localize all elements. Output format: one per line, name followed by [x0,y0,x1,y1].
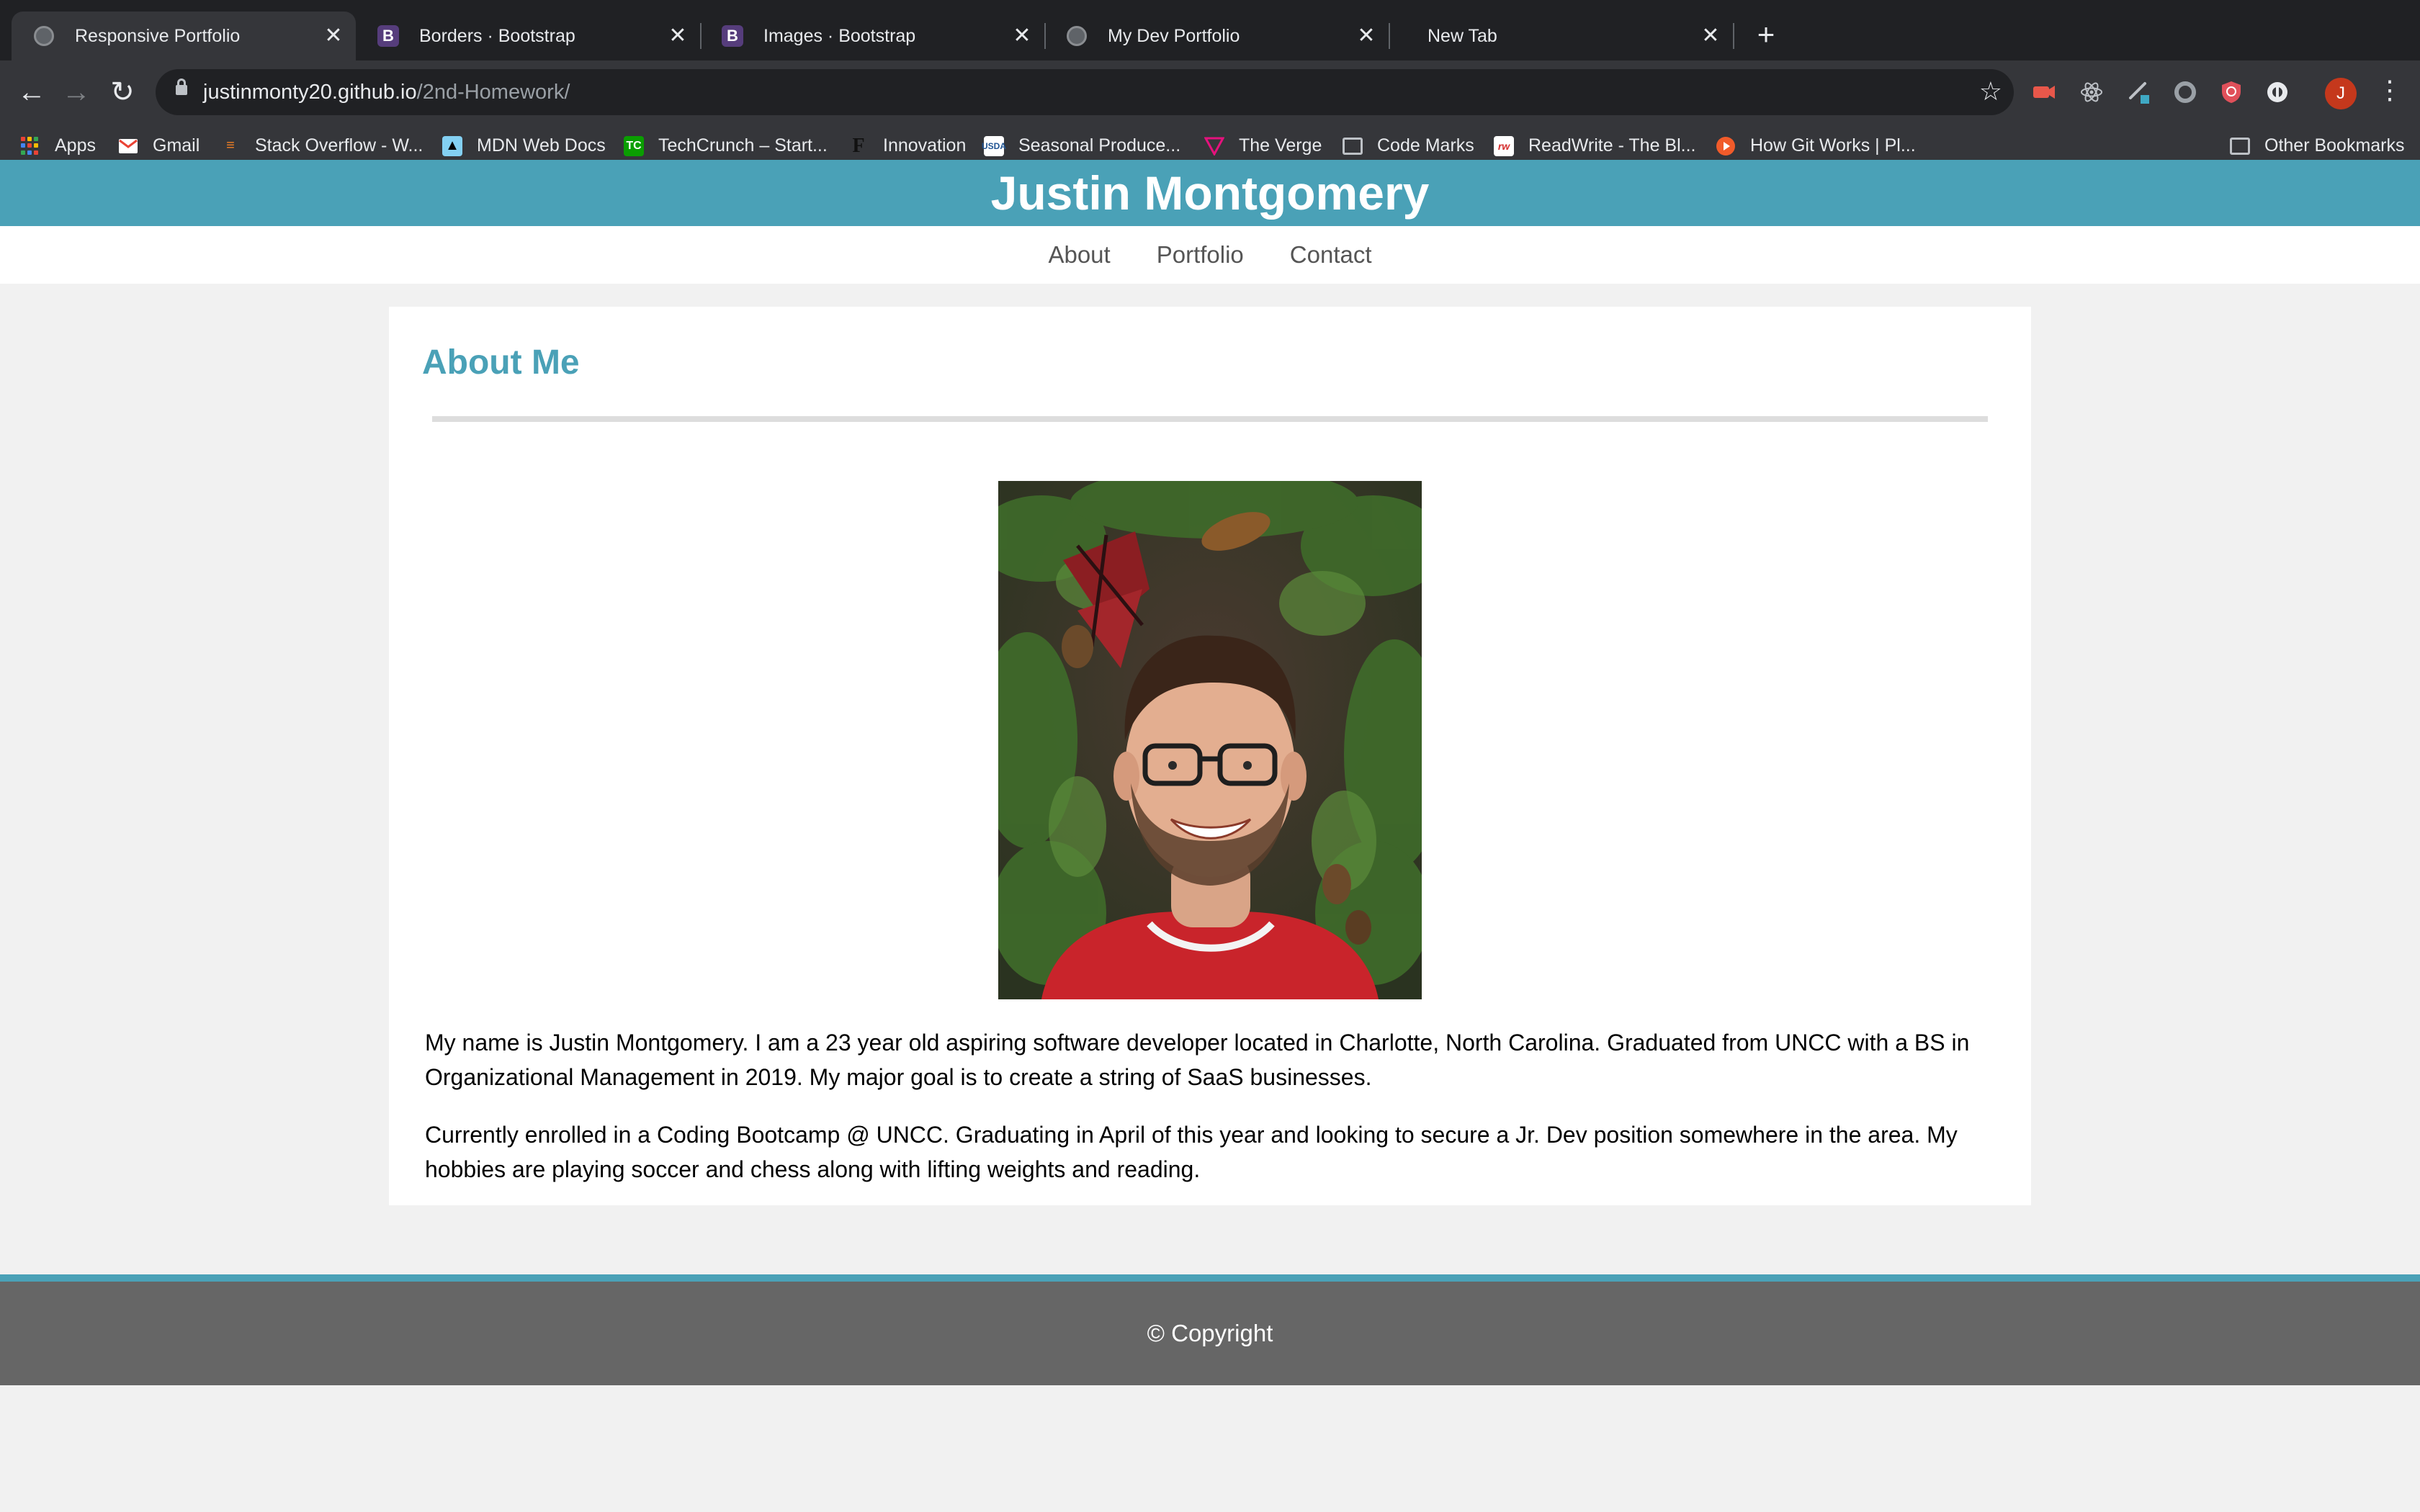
globe-icon [1066,25,1088,47]
bookmark-label: Stack Overflow - W... [255,135,424,156]
tab-borders-bootstrap[interactable]: B Borders · Bootstrap ✕ [356,12,700,60]
extension-circle-icon[interactable] [2264,79,2290,105]
bookmark-label: Apps [55,135,96,156]
address-bar[interactable]: justinmonty20.github.io/2nd-Homework/ ☆ [156,69,2014,115]
tab-images-bootstrap[interactable]: B Images · Bootstrap ✕ [700,12,1044,60]
close-icon[interactable]: ✕ [321,24,346,48]
bookmark-folder-code-marks[interactable]: Code Marks [1343,135,1474,156]
bookmark-innovation[interactable]: F Innovation [848,134,967,157]
close-icon[interactable]: ✕ [666,24,690,48]
gmail-icon [118,136,138,156]
bookmark-seasonal-produce[interactable]: USDA Seasonal Produce... [982,135,1181,156]
shield-icon[interactable] [2218,79,2244,105]
site-footer: © Copyright [0,1274,2420,1385]
site-nav: About Portfolio Contact [0,226,2420,284]
bookmark-label: Innovation [883,135,967,156]
tab-strip: Responsive Portfolio ✕ B Borders · Boots… [0,0,2420,60]
tab-title: My Dev Portfolio [1108,25,1240,46]
bookmark-how-git-works[interactable]: How Git Works | Pl... [1716,135,1916,156]
tab-title: Responsive Portfolio [75,25,241,46]
bookmark-the-verge[interactable]: The Verge [1204,135,1322,156]
extension-ring-icon[interactable] [2172,79,2198,105]
bookmark-label: Code Marks [1377,135,1474,156]
tab-title: Borders · Bootstrap [419,25,575,46]
tab-title: New Tab [1428,25,1497,46]
bookmark-gmail[interactable]: Gmail [118,135,200,156]
site-header: Justin Montgomery [0,160,2420,226]
forward-icon[interactable]: → [55,71,98,114]
innovation-icon: F [852,134,865,157]
bookmark-label: How Git Works | Pl... [1750,135,1916,156]
react-devtools-icon[interactable] [2079,79,2105,105]
verge-icon [1204,136,1224,156]
bookmark-apps[interactable]: Apps [20,135,96,156]
copyright-text: © Copyright [1147,1320,1273,1346]
web-page: Justin Montgomery About Portfolio Contac… [0,160,2420,1512]
bookmark-label: Gmail [153,135,200,156]
tab-my-dev-portfolio[interactable]: My Dev Portfolio ✕ [1044,12,1389,60]
bio-paragraph: Currently enrolled in a Coding Bootcamp … [425,1122,1958,1182]
close-icon[interactable]: ✕ [1698,24,1723,48]
menu-icon[interactable]: ⋮ [2377,75,2403,105]
bookmark-readwrite[interactable]: rw ReadWrite - The Bl... [1494,135,1696,156]
stackoverflow-icon: ≡ [226,138,235,153]
url-text: justinmonty20.github.io/2nd-Homework/ [203,81,570,104]
bookmark-star-icon[interactable]: ☆ [1979,76,2002,107]
reload-icon[interactable]: ↻ [101,71,144,114]
nav-link-portfolio[interactable]: Portfolio [1157,241,1244,269]
close-icon[interactable]: ✕ [1010,24,1034,48]
section-divider [432,416,1988,422]
apps-grid-icon [20,136,40,156]
bookmark-label: ReadWrite - The Bl... [1528,135,1696,156]
bookmark-label: Seasonal Produce... [1018,135,1181,156]
pluralsight-icon [1716,136,1736,156]
lock-icon [176,78,187,95]
bio-paragraph: My name is Justin Montgomery. I am a 23 … [425,1030,1970,1090]
bootstrap-icon: B [722,25,743,47]
folder-icon [1343,136,1363,156]
bookmark-stack-overflow[interactable]: ≡ Stack Overflow - W... [220,135,423,156]
about-section: About Me My name is Justin Montgomery. I… [389,307,2031,1205]
extension-video-icon[interactable] [2031,79,2057,105]
bookmark-label: Other Bookmarks [2264,135,2405,156]
usda-icon: USDA [982,135,1006,156]
bookmark-techcrunch[interactable]: TC TechCrunch – Start... [624,135,828,156]
bookmark-label: MDN Web Docs [477,135,606,156]
tab-responsive-portfolio[interactable]: Responsive Portfolio ✕ [12,12,356,60]
mdn-icon: ▲ [442,135,462,156]
nav-link-about[interactable]: About [1048,241,1110,269]
back-icon[interactable]: ← [10,71,53,114]
bookmark-label: The Verge [1239,135,1322,156]
techcrunch-icon: TC [624,135,644,156]
tab-new-tab[interactable]: New Tab ✕ [1389,12,1733,60]
folder-icon [2230,136,2250,156]
readwrite-icon: rw [1494,135,1514,156]
bookmark-folder-other[interactable]: Other Bookmarks [2230,135,2405,156]
globe-icon [33,25,55,47]
profile-avatar[interactable]: J [2325,78,2357,109]
tab-title: Images · Bootstrap [763,25,916,46]
browser-toolbar: ← → ↻ justinmonty20.github.io/2nd-Homewo… [0,60,2420,173]
nav-link-contact[interactable]: Contact [1290,241,1372,269]
new-tab-button[interactable]: + [1750,19,1782,50]
color-picker-icon[interactable] [2126,79,2152,105]
section-title: About Me [422,343,580,382]
site-title: Justin Montgomery [990,166,1430,220]
bookmark-mdn[interactable]: ▲ MDN Web Docs [442,135,606,156]
tab-divider [1733,23,1734,49]
profile-photo [998,481,1422,999]
bootstrap-icon: B [377,25,399,47]
close-icon[interactable]: ✕ [1354,24,1379,48]
bookmark-label: TechCrunch – Start... [658,135,828,156]
